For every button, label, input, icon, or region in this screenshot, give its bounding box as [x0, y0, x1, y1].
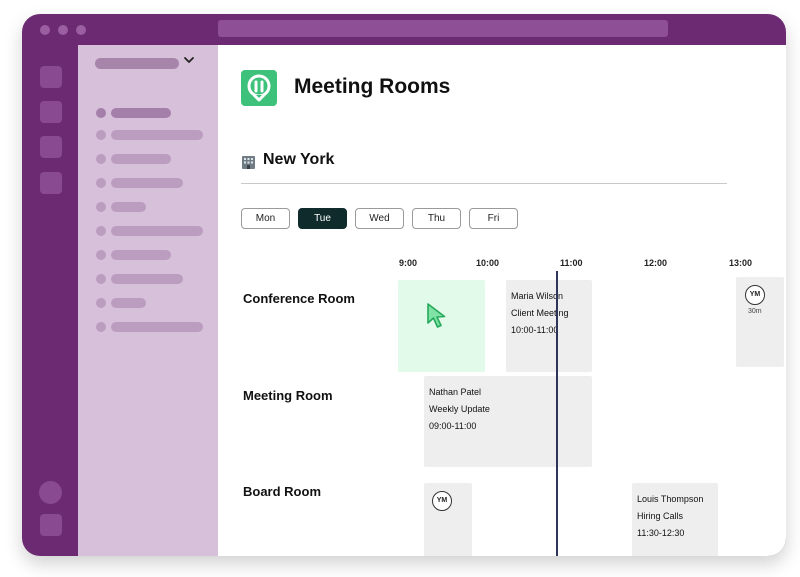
booking-title: Weekly Update [429, 404, 490, 414]
sidebar-item-icon [96, 298, 106, 308]
rail-workspace-3[interactable] [40, 136, 62, 158]
booking-block[interactable]: Maria Wilson Client Meeting 10:00-11:00 [506, 280, 592, 372]
divider [241, 183, 727, 184]
tab-day-fri[interactable]: Fri [469, 208, 518, 229]
current-time-indicator [556, 271, 558, 556]
sidebar-item-icon [96, 202, 106, 212]
booking-block[interactable]: YM [424, 483, 472, 556]
rail-workspace-4[interactable] [40, 172, 62, 194]
time-label: 10:00 [476, 258, 500, 268]
room-label-conference: Conference Room [243, 291, 355, 306]
avatar: YM [745, 285, 765, 305]
booking-time: 11:30-12:30 [637, 528, 685, 538]
free-slot-highlight[interactable] [398, 280, 485, 372]
sidebar-item-icon [96, 130, 106, 140]
page-title: Meeting Rooms [294, 75, 451, 98]
sidebar-item-label-placeholder [111, 178, 183, 188]
tab-day-wed[interactable]: Wed [355, 208, 404, 229]
booking-time: 09:00-11:00 [429, 421, 477, 431]
sidebar-item-label-placeholder [111, 298, 146, 308]
time-label: 11:00 [560, 258, 583, 268]
cursor-arrow-icon [427, 303, 446, 328]
booking-duration: 30m [748, 308, 762, 315]
address-bar[interactable] [218, 20, 668, 37]
sidebar-item-icon [96, 274, 106, 284]
chevron-down-icon[interactable] [182, 53, 196, 67]
window-close-dot[interactable] [40, 25, 50, 35]
rail-workspace-1[interactable] [40, 66, 62, 88]
sidebar-item-label-placeholder [111, 202, 146, 212]
location-name: New York [263, 151, 335, 168]
booking-person: Louis Thompson [637, 494, 704, 504]
booking-person: Nathan Patel [429, 387, 482, 397]
tab-day-mon[interactable]: Mon [241, 208, 290, 229]
sidebar-item-label-placeholder [111, 130, 203, 140]
sidebar [78, 45, 218, 556]
sidebar-item-label-placeholder [111, 322, 203, 332]
booking-block[interactable]: Nathan Patel Weekly Update 09:00-11:00 [424, 376, 592, 467]
room-label-board: Board Room [243, 484, 321, 499]
rail-settings[interactable] [40, 514, 62, 536]
time-label: 13:00 [729, 258, 753, 268]
tab-day-tue[interactable]: Tue [298, 208, 347, 229]
main-content: Meeting Rooms New York Mon Tue Wed Thu F… [218, 45, 786, 556]
sidebar-item-label-placeholder [111, 250, 171, 260]
office-building-icon [242, 156, 255, 169]
sidebar-item-label-placeholder [111, 154, 171, 164]
booking-time: 10:00-11:00 [511, 325, 559, 335]
profile-avatar[interactable] [39, 481, 62, 504]
sidebar-item-icon [96, 154, 106, 164]
room-label-meeting: Meeting Room [243, 388, 333, 403]
title-bar [22, 14, 786, 45]
rail-workspace-2[interactable] [40, 101, 62, 123]
window-maximize-dot[interactable] [76, 25, 86, 35]
sidebar-item-icon [96, 322, 106, 332]
booking-block[interactable]: YM 30m [736, 277, 784, 367]
app-window: Meeting Rooms New York Mon Tue Wed Thu F… [22, 14, 786, 556]
sidebar-item-label-placeholder [111, 274, 183, 284]
booking-title: Client Meeting [511, 308, 569, 318]
sidebar-item-label-placeholder [111, 226, 203, 236]
meeting-rooms-logo-icon [241, 70, 277, 106]
sidebar-item-icon [96, 226, 106, 236]
tab-day-thu[interactable]: Thu [412, 208, 461, 229]
sidebar-item-icon [96, 250, 106, 260]
booking-block[interactable]: Louis Thompson Hiring Calls 11:30-12:30 [632, 483, 718, 556]
time-label: 9:00 [399, 258, 418, 268]
window-minimize-dot[interactable] [58, 25, 68, 35]
avatar: YM [432, 491, 452, 511]
time-label: 12:00 [644, 258, 668, 268]
sidebar-item-icon [96, 108, 106, 118]
sidebar-item-icon [96, 178, 106, 188]
workspace-switcher[interactable] [95, 58, 179, 69]
sidebar-item-label-placeholder [111, 108, 171, 118]
booking-title: Hiring Calls [637, 511, 684, 521]
